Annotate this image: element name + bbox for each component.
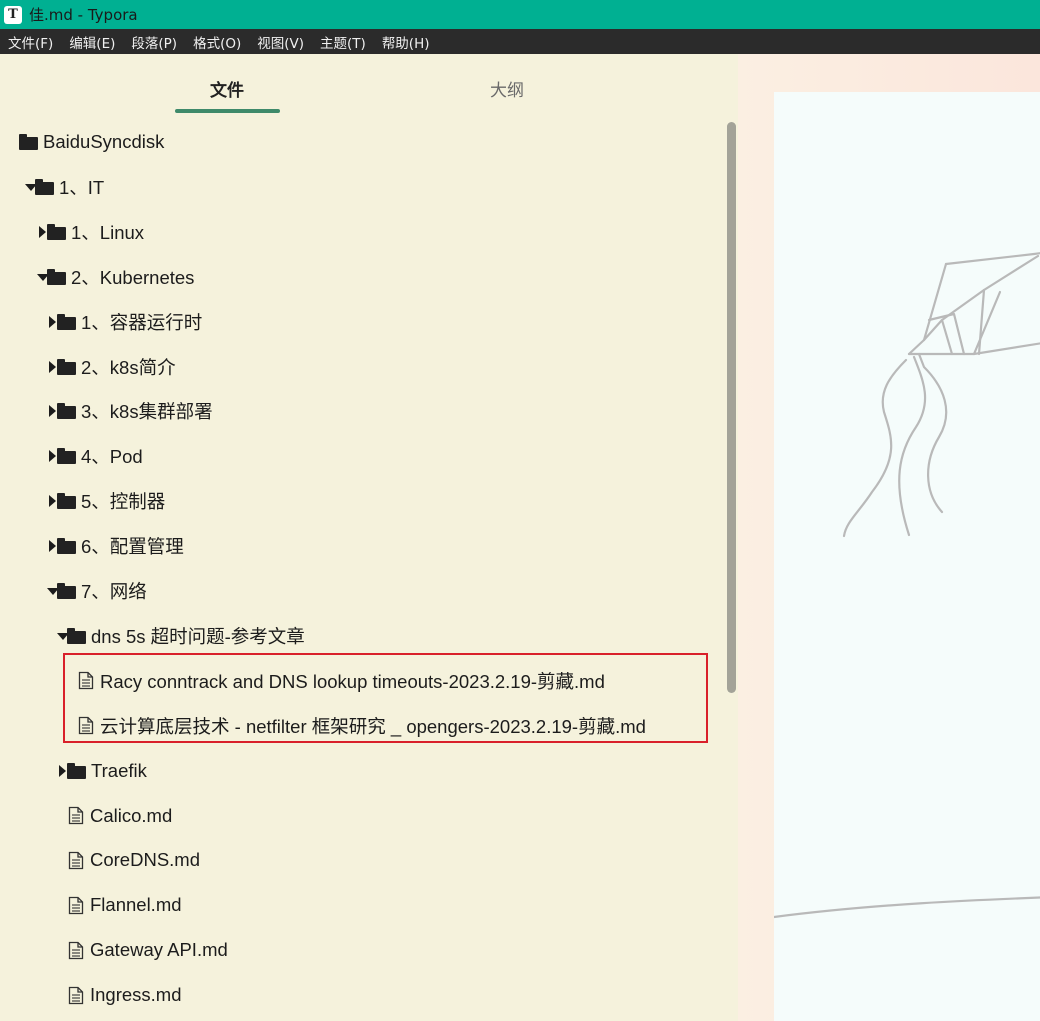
file-item[interactable]: Ingress.md bbox=[68, 981, 182, 1009]
file-icon bbox=[68, 806, 84, 825]
active-tab-indicator bbox=[175, 109, 280, 113]
folder-item[interactable]: 1、IT bbox=[25, 173, 104, 201]
file-icon bbox=[68, 941, 84, 959]
menu-file[interactable]: 文件(F) bbox=[0, 32, 61, 52]
caret-down-icon[interactable] bbox=[25, 181, 37, 193]
caret-right-icon[interactable] bbox=[47, 540, 57, 553]
file-item[interactable]: Flannel.md bbox=[68, 891, 182, 919]
folder-icon bbox=[57, 583, 77, 599]
folder-item[interactable]: 2、k8s简介 bbox=[47, 353, 176, 381]
folder-item[interactable]: 2、Kubernetes bbox=[37, 263, 194, 291]
tree-item-label: Calico.md bbox=[90, 804, 173, 826]
tree-item-label: Ingress.md bbox=[90, 984, 182, 1006]
tree-item-label: 1、容器运行时 bbox=[81, 311, 203, 333]
file-item[interactable]: CoreDNS.md bbox=[68, 846, 200, 874]
folder-item[interactable]: 1、Linux bbox=[37, 218, 144, 246]
folder-icon bbox=[57, 538, 77, 555]
folder-item[interactable]: 5、控制器 bbox=[47, 487, 165, 515]
tab-outline[interactable]: 大纲 bbox=[490, 76, 524, 101]
menu-paragraph[interactable]: 段落(P) bbox=[123, 32, 185, 52]
folder-icon bbox=[47, 223, 67, 240]
menu-theme[interactable]: 主题(T) bbox=[312, 32, 374, 52]
typora-app-icon: T bbox=[4, 5, 22, 24]
folder-item[interactable]: 7、网络 bbox=[47, 577, 147, 605]
tab-files[interactable]: 文件 bbox=[210, 76, 244, 101]
menu-view[interactable]: 视图(V) bbox=[249, 32, 312, 52]
file-item[interactable]: Gateway API.md bbox=[68, 936, 228, 964]
caret-right-icon[interactable] bbox=[47, 315, 57, 328]
folder-icon bbox=[67, 762, 87, 779]
tree-item-label: BaiduSyncdisk bbox=[43, 131, 165, 152]
folder-item[interactable]: 6、配置管理 bbox=[47, 532, 184, 560]
folder-icon bbox=[57, 313, 77, 330]
tree-item-label: dns 5s 超时问题-参考文章 bbox=[91, 625, 305, 647]
folder-item[interactable]: 4、Pod bbox=[47, 442, 143, 470]
sidebar-tabs: 文件 大纲 bbox=[0, 54, 738, 116]
tree-item-label: 1、IT bbox=[59, 176, 105, 198]
tree-item-label: Flannel.md bbox=[90, 894, 182, 916]
tree-item-label: 3、k8s集群部署 bbox=[81, 401, 213, 423]
folder-icon bbox=[57, 493, 77, 510]
folder-item[interactable]: dns 5s 超时问题-参考文章 bbox=[57, 622, 305, 650]
menu-format[interactable]: 格式(O) bbox=[185, 32, 249, 52]
menu-help[interactable]: 帮助(H) bbox=[374, 32, 438, 52]
file-icon bbox=[68, 851, 84, 870]
tree-item-label: 1、Linux bbox=[71, 221, 145, 243]
folder-item[interactable]: 3、k8s集群部署 bbox=[47, 397, 213, 425]
caret-right-icon[interactable] bbox=[47, 360, 57, 373]
folder-item[interactable]: BaiduSyncdisk bbox=[19, 128, 164, 156]
file-icon bbox=[68, 896, 84, 914]
folder-icon bbox=[35, 178, 55, 195]
menu-edit[interactable]: 编辑(E) bbox=[61, 32, 123, 52]
tree-item-label: 7、网络 bbox=[81, 581, 147, 602]
sidebar: 文件 大纲 BaiduSyncdisk 1、IT 1、Linux 2、Kubernet… bbox=[0, 54, 738, 1021]
tree-item-label: 5、控制器 bbox=[81, 491, 166, 513]
caret-right-icon[interactable] bbox=[47, 495, 57, 508]
sidebar-scrollbar[interactable] bbox=[727, 122, 736, 693]
title-bar: T 佳.md - Typora bbox=[0, 0, 1040, 29]
folder-icon bbox=[57, 358, 77, 375]
caret-right-icon[interactable] bbox=[57, 764, 67, 777]
editor-area[interactable] bbox=[738, 54, 1040, 1021]
file-item[interactable]: Calico.md bbox=[68, 802, 172, 830]
caret-down-icon[interactable] bbox=[37, 271, 49, 283]
folder-item[interactable]: Traefik bbox=[57, 757, 147, 785]
line-illustration bbox=[774, 252, 1040, 919]
folder-item[interactable]: 1、容器运行时 bbox=[47, 308, 202, 336]
caret-right-icon[interactable] bbox=[47, 450, 57, 463]
caret-down-icon[interactable] bbox=[57, 630, 69, 642]
tree-item-label: Gateway API.md bbox=[90, 939, 228, 961]
highlight-box bbox=[63, 653, 708, 743]
tree-item-label: Traefik bbox=[91, 759, 147, 781]
document-page[interactable] bbox=[774, 92, 1040, 1021]
tree-item-label: CoreDNS.md bbox=[90, 849, 200, 871]
caret-right-icon[interactable] bbox=[37, 225, 47, 238]
tree-item-label: 2、Kubernetes bbox=[71, 266, 195, 288]
file-icon bbox=[68, 986, 84, 1004]
tree-item-label: 2、k8s简介 bbox=[81, 356, 176, 378]
folder-icon bbox=[19, 134, 39, 150]
window-title: 佳.md - Typora bbox=[29, 6, 138, 24]
folder-icon bbox=[47, 268, 67, 285]
caret-right-icon[interactable] bbox=[47, 405, 57, 418]
tree-item-label: 6、配置管理 bbox=[81, 536, 184, 558]
folder-icon bbox=[57, 403, 77, 420]
tree-item-label: 4、Pod bbox=[81, 446, 143, 468]
menu-bar: 文件(F) 编辑(E) 段落(P) 格式(O) 视图(V) 主题(T) 帮助(H… bbox=[0, 29, 1040, 54]
caret-down-icon[interactable] bbox=[47, 585, 59, 597]
folder-icon bbox=[57, 448, 77, 465]
folder-icon bbox=[67, 627, 87, 644]
